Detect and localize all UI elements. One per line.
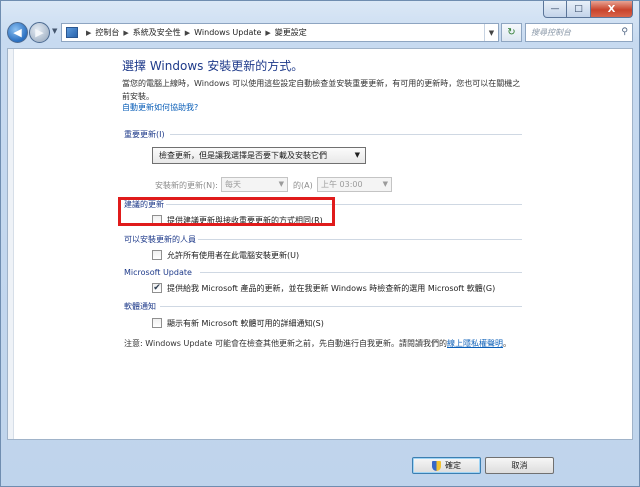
allow-all-users-checkbox[interactable] <box>152 250 162 260</box>
allow-all-users-option[interactable]: 允許所有使用者在此電腦安裝更新(U) <box>152 249 299 261</box>
schedule-label: 安裝新的更新(N): <box>155 181 218 190</box>
checkbox-label: 提供給我 Microsoft 產品的更新，並在我更新 Windows 時檢查新的… <box>167 283 496 293</box>
settings-pane: 選擇 Windows 安裝更新的方式。 當您的電腦上線時，Windows 可以使… <box>7 48 633 440</box>
day-select[interactable]: 每天 ▼ <box>221 177 288 192</box>
search-input[interactable]: 搜尋控制台 ⚲ <box>525 23 633 42</box>
software-notifications-option[interactable]: 顯示有新 Microsoft 軟體可用的詳細通知(S) <box>152 317 324 329</box>
checkbox-label: 允許所有使用者在此電腦安裝更新(U) <box>167 250 300 260</box>
checkbox-label: 顯示有新 Microsoft 軟體可用的詳細通知(S) <box>167 318 324 328</box>
control-panel-window: — □ X ◀ ▶ ▼ ▶ 控制台 ▶ 系統及安全性 ▶ Windows Upd… <box>0 0 640 487</box>
page-title: 選擇 Windows 安裝更新的方式。 <box>122 59 304 73</box>
breadcrumb-windows-update[interactable]: Windows Update <box>194 28 261 37</box>
time-value: 上午 03:00 <box>321 180 363 189</box>
maximize-button[interactable]: □ <box>567 1 591 18</box>
chevron-right-icon[interactable]: ▶ <box>185 29 190 37</box>
chevron-right-icon[interactable]: ▶ <box>86 29 91 37</box>
dialog-button-bar: 確定 取消 <box>7 441 633 481</box>
day-value: 每天 <box>225 180 241 189</box>
arrow-right-icon: ▶ <box>35 26 44 39</box>
arrow-left-icon: ◀ <box>13 26 22 39</box>
refresh-icon: ↻ <box>507 27 516 38</box>
privacy-statement-link[interactable]: 線上隱私權聲明 <box>447 339 503 348</box>
section-divider <box>200 272 522 273</box>
software-notifications-heading: 軟體通知 <box>124 302 156 311</box>
chevron-down-icon: ▼ <box>354 151 360 159</box>
navigation-bar: ◀ ▶ ▼ ▶ 控制台 ▶ 系統及安全性 ▶ Windows Update ▶ … <box>7 21 633 45</box>
page-description: 當您的電腦上線時，Windows 可以使用這些設定自動檢查並安裝重要更新，有可用… <box>122 79 521 101</box>
important-updates-select[interactable]: 檢查更新，但是讓我選擇是否要下載及安裝它們 ▼ <box>152 147 366 164</box>
recent-pages-dropdown-icon[interactable]: ▼ <box>52 27 57 35</box>
address-bar[interactable]: ▶ 控制台 ▶ 系統及安全性 ▶ Windows Update ▶ 變更設定 ▼ <box>61 23 499 42</box>
chevron-right-icon[interactable]: ▶ <box>265 29 270 37</box>
highlight-annotation <box>118 197 335 226</box>
microsoft-update-checkbox[interactable]: ✔ <box>152 283 162 293</box>
left-edge <box>8 49 14 439</box>
ok-label: 確定 <box>445 461 461 470</box>
software-notifications-checkbox[interactable] <box>152 318 162 328</box>
time-select[interactable]: 上午 03:00 ▼ <box>317 177 392 192</box>
close-button[interactable]: X <box>591 1 633 18</box>
section-divider <box>198 239 522 240</box>
cancel-label: 取消 <box>511 461 528 470</box>
selected-option: 檢查更新，但是讓我選擇是否要下載及安裝它們 <box>159 151 327 160</box>
uac-shield-icon <box>432 460 441 471</box>
notice-text: 注意: Windows Update 可能會在檢查其他更新之前，先自動進行自我更… <box>124 339 448 348</box>
control-panel-icon <box>66 27 78 38</box>
microsoft-update-option[interactable]: ✔ 提供給我 Microsoft 產品的更新，並在我更新 Windows 時檢查… <box>152 282 495 294</box>
refresh-button[interactable]: ↻ <box>501 23 522 42</box>
breadcrumb-control-panel[interactable]: 控制台 <box>95 27 119 38</box>
section-divider <box>160 306 522 307</box>
minimize-button[interactable]: — <box>543 1 567 18</box>
breadcrumb-system-security[interactable]: 系統及安全性 <box>133 27 181 38</box>
forward-button[interactable]: ▶ <box>29 22 50 43</box>
back-button[interactable]: ◀ <box>7 22 28 43</box>
microsoft-update-heading: Microsoft Update <box>124 268 192 277</box>
cancel-button[interactable]: 取消 <box>485 457 554 474</box>
chevron-down-icon: ▼ <box>278 180 284 188</box>
search-icon[interactable]: ⚲ <box>621 27 628 37</box>
search-placeholder: 搜尋控制台 <box>531 28 571 37</box>
who-can-install-heading: 可以安裝更新的人員 <box>124 235 196 244</box>
breadcrumb-change-settings[interactable]: 變更設定 <box>275 27 307 38</box>
chevron-right-icon[interactable]: ▶ <box>123 29 128 37</box>
important-updates-heading: 重要更新(I) <box>124 130 165 139</box>
chevron-down-icon: ▼ <box>382 180 388 188</box>
help-link[interactable]: 自動更新如何協助我? <box>122 102 198 113</box>
at-label: 的(A) <box>293 181 313 190</box>
privacy-notice: 注意: Windows Update 可能會在檢查其他更新之前，先自動進行自我更… <box>124 338 511 349</box>
section-divider <box>170 134 522 135</box>
caption-buttons: — □ X <box>543 1 633 18</box>
address-dropdown-icon[interactable]: ▼ <box>484 24 498 41</box>
ok-button[interactable]: 確定 <box>412 457 481 474</box>
notice-suffix: 。 <box>503 339 512 348</box>
